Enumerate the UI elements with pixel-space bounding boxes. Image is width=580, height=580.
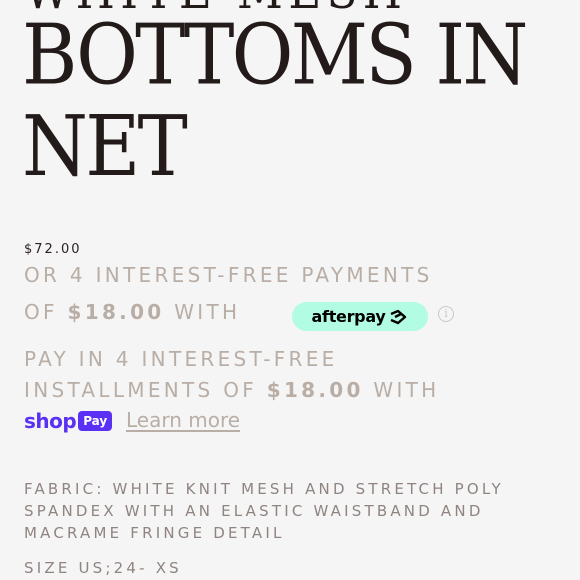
afterpay-suffix: WITH: [174, 300, 241, 324]
afterpay-prefix: OF: [24, 300, 58, 324]
shop-pay-line-2: INSTALLMENTS OF $18.00 WITH: [24, 378, 440, 402]
shop-pay-logo: shop Pay: [24, 409, 113, 433]
shop-pay-suffix: WITH: [373, 378, 440, 402]
afterpay-logo-badge[interactable]: afterpay: [292, 302, 428, 331]
description-line-1: FABRIC: WHITE KNIT MESH AND STRETCH POLY: [24, 480, 504, 498]
shop-pay-prefix: INSTALLMENTS OF: [24, 378, 258, 402]
shop-pay-line-1: PAY IN 4 INTEREST-FREE: [24, 347, 338, 371]
description-line-3: MACRAME FRINGE DETAIL: [24, 524, 285, 542]
afterpay-line-2: OF $18.00 WITH: [24, 300, 240, 324]
description-line-2: SPANDEX WITH AN ELASTIC WAISTBAND AND: [24, 502, 484, 520]
learn-more-link[interactable]: Learn more: [126, 408, 240, 432]
shop-pay-logo-shop: shop: [24, 409, 77, 433]
product-title-line-1: BOTTOMS IN: [22, 6, 528, 104]
afterpay-line-1: OR 4 INTEREST-FREE PAYMENTS: [24, 263, 433, 287]
product-size: SIZE US;24- XS: [24, 559, 182, 577]
afterpay-arrows-icon: [390, 309, 407, 324]
info-icon[interactable]: i: [438, 306, 454, 322]
shop-pay-logo-pay: Pay: [78, 411, 113, 431]
product-title-line-2: NET: [22, 98, 188, 196]
afterpay-amount: $18.00: [67, 300, 165, 324]
product-description: FABRIC: WHITE KNIT MESH AND STRETCH POLY…: [24, 478, 504, 544]
product-title: BOTTOMS IN NET: [22, 6, 528, 196]
product-price: $72.00: [24, 242, 82, 257]
afterpay-logo-text: afterpay: [311, 307, 386, 326]
shop-pay-amount: $18.00: [266, 378, 364, 402]
